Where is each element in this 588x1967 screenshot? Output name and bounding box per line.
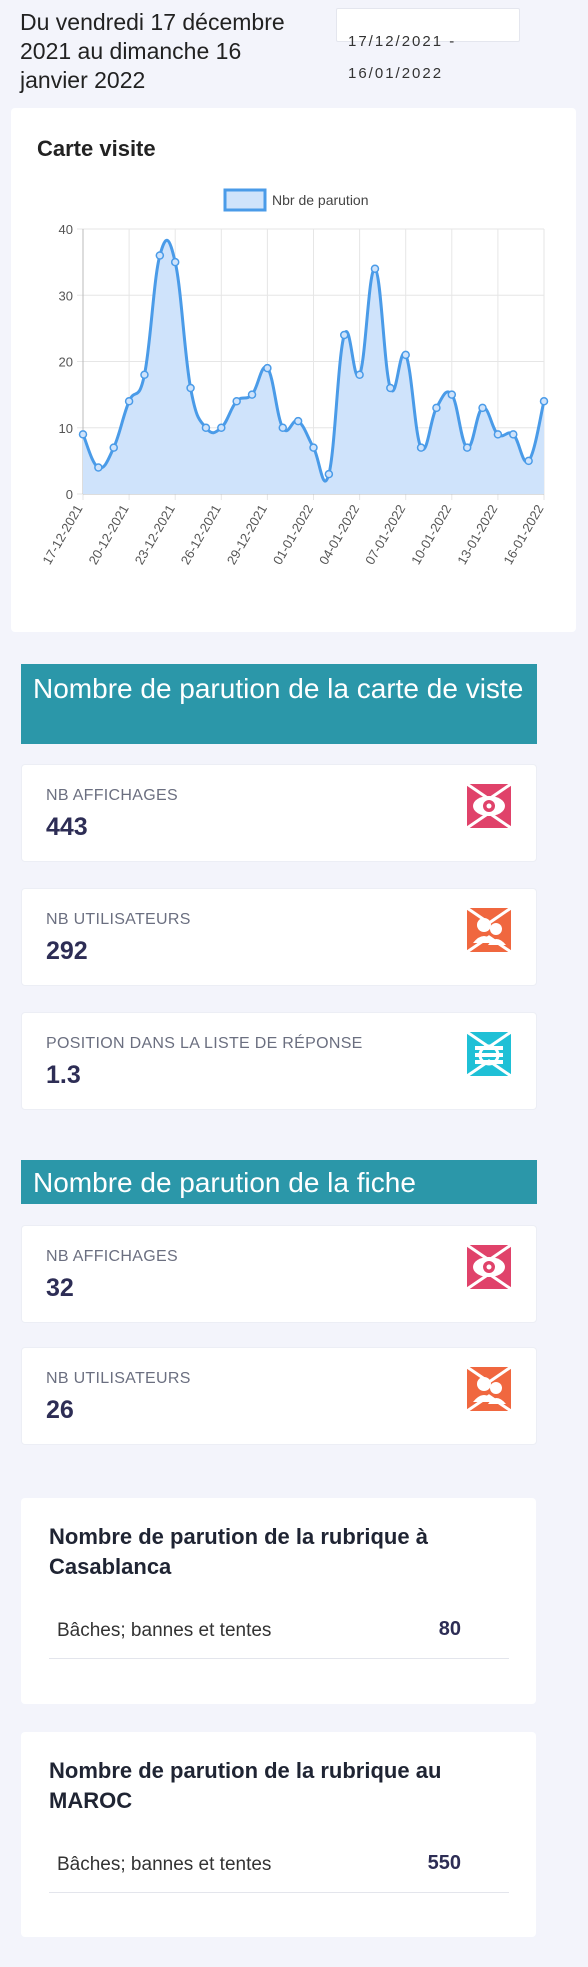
stat-value: 443 <box>46 813 88 841</box>
data-point <box>524 456 533 466</box>
stat-value: 26 <box>46 1396 74 1424</box>
y-tick-label: 20 <box>59 355 73 370</box>
chart-y-ticks: 0 10 20 30 40 <box>59 222 73 502</box>
x-tick-label: 10-01-2022 <box>408 502 454 567</box>
parution-chart: 0 10 20 30 40 17-12-2021 20-12-2021 23-12-2021… <box>39 188 549 567</box>
legend-swatch <box>223 188 267 212</box>
users-icon <box>466 906 512 954</box>
data-point <box>217 423 226 432</box>
data-point <box>401 350 410 360</box>
x-tick-label: 07-01-2022 <box>362 502 408 567</box>
data-point <box>339 330 349 340</box>
data-point <box>432 403 441 413</box>
rubrique-value: 550 <box>427 1852 461 1874</box>
rubrique-maroc-title: Nombre de parution de la rubrique au MAR… <box>49 1758 442 1813</box>
data-point <box>247 390 257 399</box>
period-header: Du vendredi 17 décembre 2021 au dimanche… <box>20 8 580 98</box>
list-position-icon <box>466 1030 512 1078</box>
data-point <box>355 370 364 379</box>
stat-card-utilisateurs: NB UTILISATEURS 292 <box>21 888 537 986</box>
data-point <box>94 463 103 472</box>
data-point <box>124 397 134 406</box>
period-text: Du vendredi 17 décembre 2021 au dimanche… <box>20 9 285 93</box>
data-point <box>170 257 180 267</box>
stat-value: 32 <box>46 1274 74 1302</box>
data-point <box>462 443 472 452</box>
date-range-value[interactable]: 17/12/2021 - 16/01/2022 <box>348 26 518 90</box>
data-point <box>155 251 165 260</box>
y-tick-label: 30 <box>59 288 73 303</box>
data-point <box>509 430 518 439</box>
table-row: Bâches; bannes et tentes 550 <box>49 1842 509 1893</box>
data-point <box>493 430 503 439</box>
x-tick-label: 29-12-2021 <box>224 502 270 567</box>
x-tick-label: 17-12-2021 <box>39 502 85 567</box>
data-point <box>140 370 149 379</box>
section-fiche-title: Nombre de parution de la fiche <box>21 1160 537 1204</box>
stat-label: NB UTILISATEURS <box>46 1370 191 1387</box>
chart-card: Carte visite 0 10 20 30 40 17-12-2021 20-12-2… <box>11 108 576 632</box>
stat-card-affichages: NB AFFICHAGES 443 <box>21 764 537 862</box>
table-row: Bâches; bannes et tentes 80 <box>49 1608 509 1659</box>
stat-card-fiche-utilisateurs: NB UTILISATEURS 26 <box>21 1347 537 1445</box>
users-icon <box>466 1365 512 1413</box>
chart-x-ticks: 17-12-2021 20-12-2021 23-12-2021 26-12-2021… <box>39 502 546 567</box>
rubrique-casablanca-card: Nombre de parution de la rubrique à Casa… <box>21 1498 536 1704</box>
rubrique-name: Bâches; bannes et tentes <box>57 1854 272 1875</box>
stat-value: 292 <box>46 937 88 965</box>
x-tick-label: 13-01-2022 <box>454 502 500 567</box>
data-point <box>186 383 195 393</box>
data-point <box>232 397 241 406</box>
legend-label: Nbr de parution <box>272 192 369 208</box>
data-point <box>370 264 380 273</box>
eye-icon <box>466 782 512 830</box>
x-tick-label: 16-01-2022 <box>500 502 546 567</box>
rubrique-casablanca-title: Nombre de parution de la rubrique à Casa… <box>49 1524 428 1579</box>
data-point <box>309 443 318 452</box>
data-point <box>416 443 426 452</box>
eye-icon <box>466 1243 512 1291</box>
data-point <box>386 383 395 393</box>
data-point <box>447 390 457 399</box>
data-point <box>109 443 118 452</box>
stat-label: POSITION DANS LA LISTE DE RÉPONSE <box>46 1035 363 1052</box>
data-point <box>278 423 288 432</box>
stat-label: NB AFFICHAGES <box>46 1248 178 1265</box>
y-tick-label: 0 <box>66 487 73 502</box>
rubrique-maroc-card: Nombre de parution de la rubrique au MAR… <box>21 1732 536 1937</box>
stat-card-position: POSITION DANS LA LISTE DE RÉPONSE 1.3 <box>21 1012 537 1110</box>
stat-card-fiche-affichages: NB AFFICHAGES 32 <box>21 1225 537 1323</box>
data-point <box>539 397 549 406</box>
y-tick-label: 40 <box>59 222 73 237</box>
x-tick-label: 01-01-2022 <box>270 502 316 567</box>
x-tick-label: 23-12-2021 <box>132 502 178 567</box>
data-point <box>78 430 88 439</box>
data-point <box>263 363 272 373</box>
data-point <box>201 423 211 432</box>
rubrique-name: Bâches; bannes et tentes <box>57 1620 272 1641</box>
chart-legend: Nbr de parution <box>223 188 369 212</box>
stat-value: 1.3 <box>46 1061 81 1089</box>
rubrique-value: 80 <box>438 1618 461 1640</box>
data-point <box>293 416 303 426</box>
x-tick-label: 04-01-2022 <box>316 502 362 567</box>
x-tick-label: 20-12-2021 <box>85 502 131 567</box>
x-tick-label: 26-12-2021 <box>178 502 224 567</box>
y-tick-label: 10 <box>59 421 73 436</box>
stat-label: NB AFFICHAGES <box>46 787 178 804</box>
data-point <box>324 469 334 479</box>
stat-label: NB UTILISATEURS <box>46 911 191 928</box>
section-carte-title: Nombre de parution de la carte de viste <box>21 664 537 744</box>
data-point <box>478 403 487 413</box>
